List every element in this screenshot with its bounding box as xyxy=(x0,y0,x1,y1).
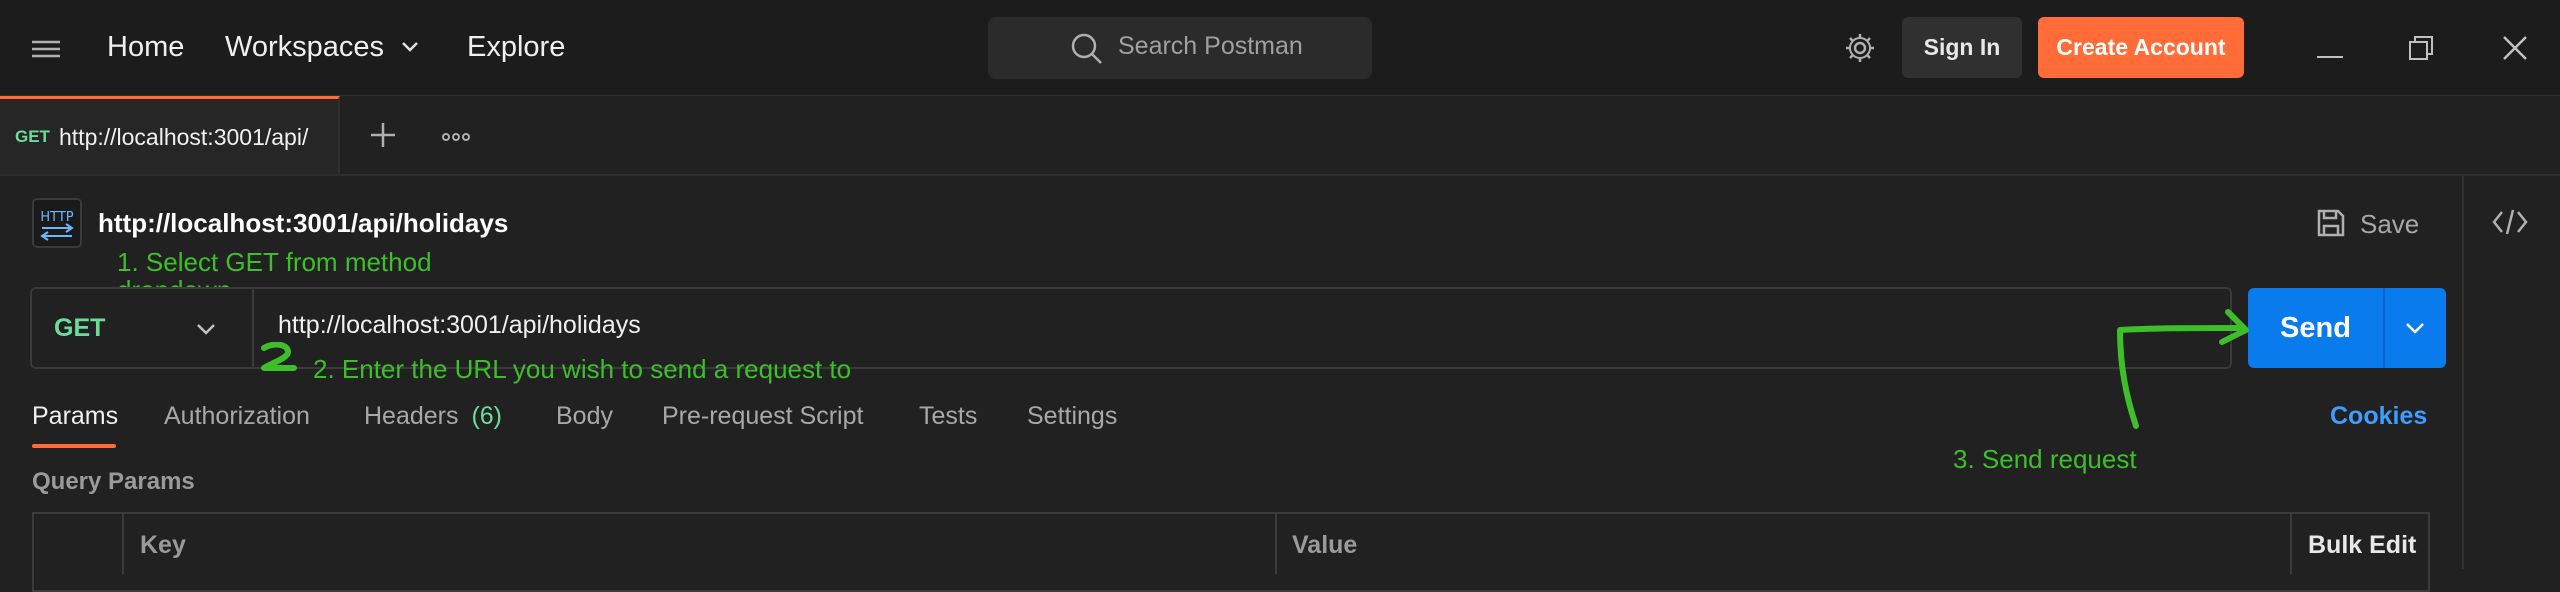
save-label: Save xyxy=(2360,209,2420,239)
table-column-divider xyxy=(1275,514,1277,574)
http-request-icon: HTTP xyxy=(32,198,82,253)
chevron-down-icon xyxy=(196,322,216,340)
cookies-link[interactable]: Cookies xyxy=(2330,402,2427,431)
query-params-heading: Query Params xyxy=(32,468,195,495)
headers-count: (6) xyxy=(471,402,503,430)
column-header-key: Key xyxy=(140,531,186,559)
tab-params[interactable]: Params xyxy=(32,402,118,431)
method-dropdown[interactable]: GET xyxy=(32,289,252,367)
method-label: GET xyxy=(54,314,106,342)
request-tab[interactable]: GET http://localhost:3001/api/ xyxy=(0,96,340,174)
tab-headers-label: Headers xyxy=(364,402,459,430)
active-tab-underline xyxy=(32,444,116,448)
more-tabs-icon[interactable] xyxy=(442,129,470,147)
method-separator xyxy=(252,289,254,367)
new-tab-plus-icon[interactable] xyxy=(370,122,396,153)
tab-tests[interactable]: Tests xyxy=(919,402,977,431)
tab-url: http://localhost:3001/api/ xyxy=(59,124,309,150)
search-placeholder: Search Postman xyxy=(1118,32,1303,60)
minimize-icon[interactable] xyxy=(2317,46,2343,64)
menu-icon[interactable] xyxy=(32,40,60,58)
svg-text:HTTP: HTTP xyxy=(40,210,73,225)
tab-headers[interactable]: Headers (6) xyxy=(364,402,502,431)
url-value: http://localhost:3001/api/holidays xyxy=(278,311,641,339)
tab-body[interactable]: Body xyxy=(556,402,613,431)
tab-settings[interactable]: Settings xyxy=(1027,402,1117,431)
annotation-step-1-line-1: 1. Select GET from method xyxy=(117,247,432,277)
save-icon xyxy=(2316,208,2346,243)
column-header-value: Value xyxy=(1292,531,1358,559)
annotation-step-2: 2. Enter the URL you wish to send a requ… xyxy=(313,354,852,384)
query-params-table xyxy=(32,512,2430,592)
right-rail-divider xyxy=(2462,174,2464,569)
settings-gear-icon[interactable] xyxy=(1844,32,1876,69)
chevron-down-icon[interactable] xyxy=(401,40,419,58)
tab-pre-request-script[interactable]: Pre-request Script xyxy=(662,402,863,431)
table-column-divider xyxy=(2290,514,2292,574)
search-input[interactable]: Search Postman xyxy=(988,17,1372,79)
send-button-group: Send xyxy=(2248,288,2446,368)
tab-method: GET xyxy=(15,127,50,146)
sign-in-button[interactable]: Sign In xyxy=(1902,17,2022,78)
annotation-step-3: 3. Send request xyxy=(1953,444,2137,474)
send-options-chevron-icon[interactable] xyxy=(2385,288,2446,368)
close-icon[interactable] xyxy=(2502,35,2528,66)
bulk-edit-button[interactable]: Bulk Edit xyxy=(2308,531,2416,560)
table-column-divider xyxy=(122,514,124,574)
nav-home[interactable]: Home xyxy=(107,31,184,64)
annotation-arrow-2-icon xyxy=(258,341,304,381)
search-icon xyxy=(1070,32,1104,71)
tab-authorization[interactable]: Authorization xyxy=(164,402,310,431)
nav-explore[interactable]: Explore xyxy=(467,31,565,64)
code-icon[interactable] xyxy=(2492,208,2528,241)
annotation-arrow-3-icon xyxy=(2100,300,2260,445)
nav-workspaces[interactable]: Workspaces xyxy=(225,31,384,64)
request-title[interactable]: http://localhost:3001/api/holidays xyxy=(98,208,508,239)
restore-icon[interactable] xyxy=(2408,35,2434,66)
send-button[interactable]: Send xyxy=(2248,288,2383,368)
create-account-button[interactable]: Create Account xyxy=(2038,17,2244,78)
